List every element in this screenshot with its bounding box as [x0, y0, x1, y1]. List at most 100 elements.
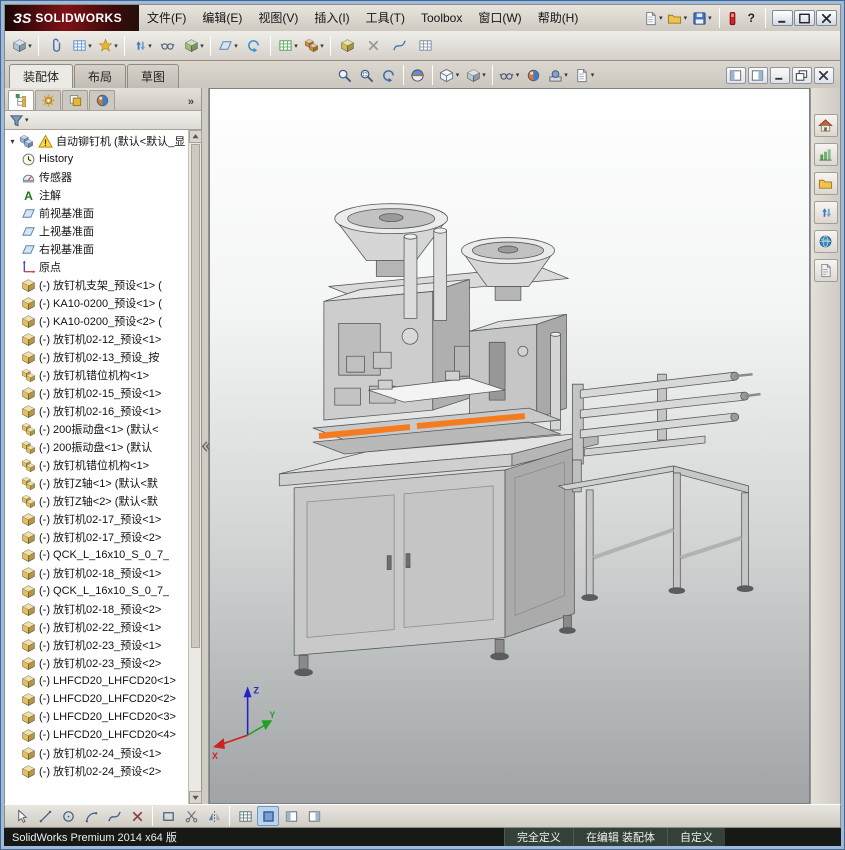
- line-button[interactable]: [34, 806, 56, 826]
- expander-icon[interactable]: ▾: [7, 137, 18, 146]
- edit-appearance-button[interactable]: [522, 64, 544, 86]
- spline-tools-button[interactable]: [387, 33, 412, 59]
- move-component-button[interactable]: ▾: [129, 33, 154, 59]
- maximize-window-button[interactable]: [794, 10, 815, 26]
- tree-item[interactable]: (-) 放钉机02-13_预设_按: [7, 348, 188, 366]
- tree-item[interactable]: (-) 放钉机错位机构<1>: [7, 456, 188, 474]
- view-palette-button[interactable]: [813, 201, 838, 224]
- machine-model[interactable]: Z X Y: [210, 89, 809, 803]
- minimize-document-button[interactable]: [769, 67, 790, 84]
- tree-item[interactable]: (-) 放钉机02-18_预设<2>: [7, 600, 188, 618]
- performance-indicator-icon[interactable]: [725, 10, 741, 26]
- grid-snap-button[interactable]: [234, 806, 256, 826]
- tree-item[interactable]: (-) LHFCD20_LHFCD20<2>: [7, 690, 188, 708]
- tree-item[interactable]: 原点: [7, 258, 188, 276]
- appearances-scenes-button[interactable]: [813, 230, 838, 253]
- propertymanager-button[interactable]: [35, 90, 61, 110]
- tree-item[interactable]: (-) LHFCD20_LHFCD20<1>: [7, 672, 188, 690]
- insert-components-button[interactable]: ▾: [9, 33, 34, 59]
- close-window-button[interactable]: [816, 10, 837, 26]
- menu-item[interactable]: 工具(T): [358, 6, 413, 31]
- tree-item[interactable]: (-) 放钉机支架_预设<1> (: [7, 276, 188, 294]
- zoom-to-area-button[interactable]: [356, 64, 378, 86]
- arc-button[interactable]: [80, 806, 102, 826]
- solidworks-resources-button[interactable]: [813, 114, 838, 137]
- scroll-down-icon[interactable]: [188, 791, 202, 804]
- new-document-button[interactable]: ▾: [640, 9, 665, 27]
- tree-item[interactable]: (-) 放钉Z轴<2> (默认<默: [7, 492, 188, 510]
- mirror-entities-button[interactable]: [203, 806, 225, 826]
- circle-button[interactable]: [57, 806, 79, 826]
- menu-item[interactable]: 帮助(H): [530, 6, 587, 31]
- scroll-up-icon[interactable]: [188, 130, 202, 143]
- commandmanager-tab[interactable]: 布局: [74, 64, 127, 88]
- tree-item[interactable]: (-) LHFCD20_LHFCD20<4>: [7, 726, 188, 744]
- help-button[interactable]: ?: [743, 11, 760, 25]
- zoom-to-fit-button[interactable]: [334, 64, 356, 86]
- section-view-button[interactable]: [407, 64, 429, 86]
- panel-overflow-button[interactable]: »: [184, 96, 198, 110]
- tree-item[interactable]: (-) 放钉机02-12_预设<1>: [7, 330, 188, 348]
- tree-item[interactable]: 传感器: [7, 168, 188, 186]
- tree-item[interactable]: (-) LHFCD20_LHFCD20<3>: [7, 708, 188, 726]
- tree-item[interactable]: (-) QCK_L_16x10_S_0_7_: [7, 582, 188, 600]
- custom-properties-button[interactable]: [813, 259, 838, 282]
- menu-item[interactable]: 编辑(E): [194, 6, 250, 31]
- scrollbar-thumb[interactable]: [190, 144, 200, 648]
- menu-item[interactable]: 插入(I): [306, 6, 357, 31]
- tree-item[interactable]: (-) 放钉机02-24_预设<2>: [7, 762, 188, 780]
- select-button[interactable]: [11, 806, 33, 826]
- graphics-area[interactable]: Z X Y: [209, 88, 810, 804]
- pane-right-button[interactable]: [747, 67, 768, 84]
- menu-item[interactable]: 文件(F): [139, 6, 194, 31]
- view-settings-button[interactable]: ▾: [571, 64, 598, 86]
- tree-item[interactable]: (-) KA10-0200_预设<2> (: [7, 312, 188, 330]
- assembly-features-button[interactable]: ▾: [181, 33, 206, 59]
- previous-view-button[interactable]: [378, 64, 400, 86]
- tree-item[interactable]: 右视基准面: [7, 240, 188, 258]
- reference-geometry-button[interactable]: ▾: [215, 33, 240, 59]
- open-document-button[interactable]: ▾: [665, 9, 690, 27]
- featuremanager-tree-button[interactable]: [8, 90, 34, 110]
- tree-item[interactable]: ▾! 自动铆钉机 (默认<默认_显: [7, 132, 188, 150]
- tree-item[interactable]: (-) 放钉机02-16_预设<1>: [7, 402, 188, 420]
- instant3d-button[interactable]: [335, 33, 360, 59]
- new-motion-study-button[interactable]: [241, 33, 266, 59]
- tree-scrollbar[interactable]: [188, 130, 202, 804]
- view-orientation-button[interactable]: ▾: [436, 64, 463, 86]
- display-style-button[interactable]: ▾: [462, 64, 489, 86]
- menu-item[interactable]: 视图(V): [250, 6, 306, 31]
- tree-item[interactable]: (-) 放钉机02-17_预设<2>: [7, 528, 188, 546]
- tree-item[interactable]: (-) 放钉机02-15_预设<1>: [7, 384, 188, 402]
- scrollbar-track[interactable]: [189, 143, 202, 791]
- configurationmanager-button[interactable]: [62, 90, 88, 110]
- tree-item[interactable]: (-) 放钉机02-18_预设<1>: [7, 564, 188, 582]
- apply-scene-button[interactable]: ▾: [544, 64, 571, 86]
- trim-entities-button[interactable]: [180, 806, 202, 826]
- restore-document-button[interactable]: [791, 67, 812, 84]
- tree-item[interactable]: (-) 放钉机02-24_预设<1>: [7, 744, 188, 762]
- commandmanager-tab[interactable]: 装配体: [9, 64, 74, 88]
- commandmanager-tab[interactable]: 草图: [127, 64, 180, 88]
- tree-item[interactable]: 前视基准面: [7, 204, 188, 222]
- close-document-button[interactable]: [813, 67, 834, 84]
- hide-show-items-button[interactable]: ▾: [496, 64, 523, 86]
- panel-splitter[interactable]: [201, 88, 211, 804]
- tree-item[interactable]: (-) 200振动盘<1> (默认: [7, 438, 188, 456]
- shaded-sketch-contours-button[interactable]: [257, 806, 279, 826]
- menu-item[interactable]: 窗口(W): [470, 6, 529, 31]
- show-hidden-components-button[interactable]: [155, 33, 180, 59]
- corner-rectangle-button[interactable]: [157, 806, 179, 826]
- smart-fasteners-button[interactable]: ▾: [95, 33, 120, 59]
- tree-item[interactable]: History: [7, 150, 188, 168]
- bill-of-materials-button[interactable]: ▾: [275, 33, 300, 59]
- tree-item[interactable]: (-) 200振动盘<1> (默认<: [7, 420, 188, 438]
- minimize-window-button[interactable]: [772, 10, 793, 26]
- status-custom-button[interactable]: 自定义: [667, 828, 725, 846]
- pane-display-button[interactable]: [303, 806, 325, 826]
- displaymanager-button[interactable]: [89, 90, 115, 110]
- pane-left-button[interactable]: [725, 67, 746, 84]
- point-button[interactable]: [126, 806, 148, 826]
- tree-item[interactable]: (-) 放钉机02-22_预设<1>: [7, 618, 188, 636]
- tree-item[interactable]: (-) KA10-0200_预设<1> (: [7, 294, 188, 312]
